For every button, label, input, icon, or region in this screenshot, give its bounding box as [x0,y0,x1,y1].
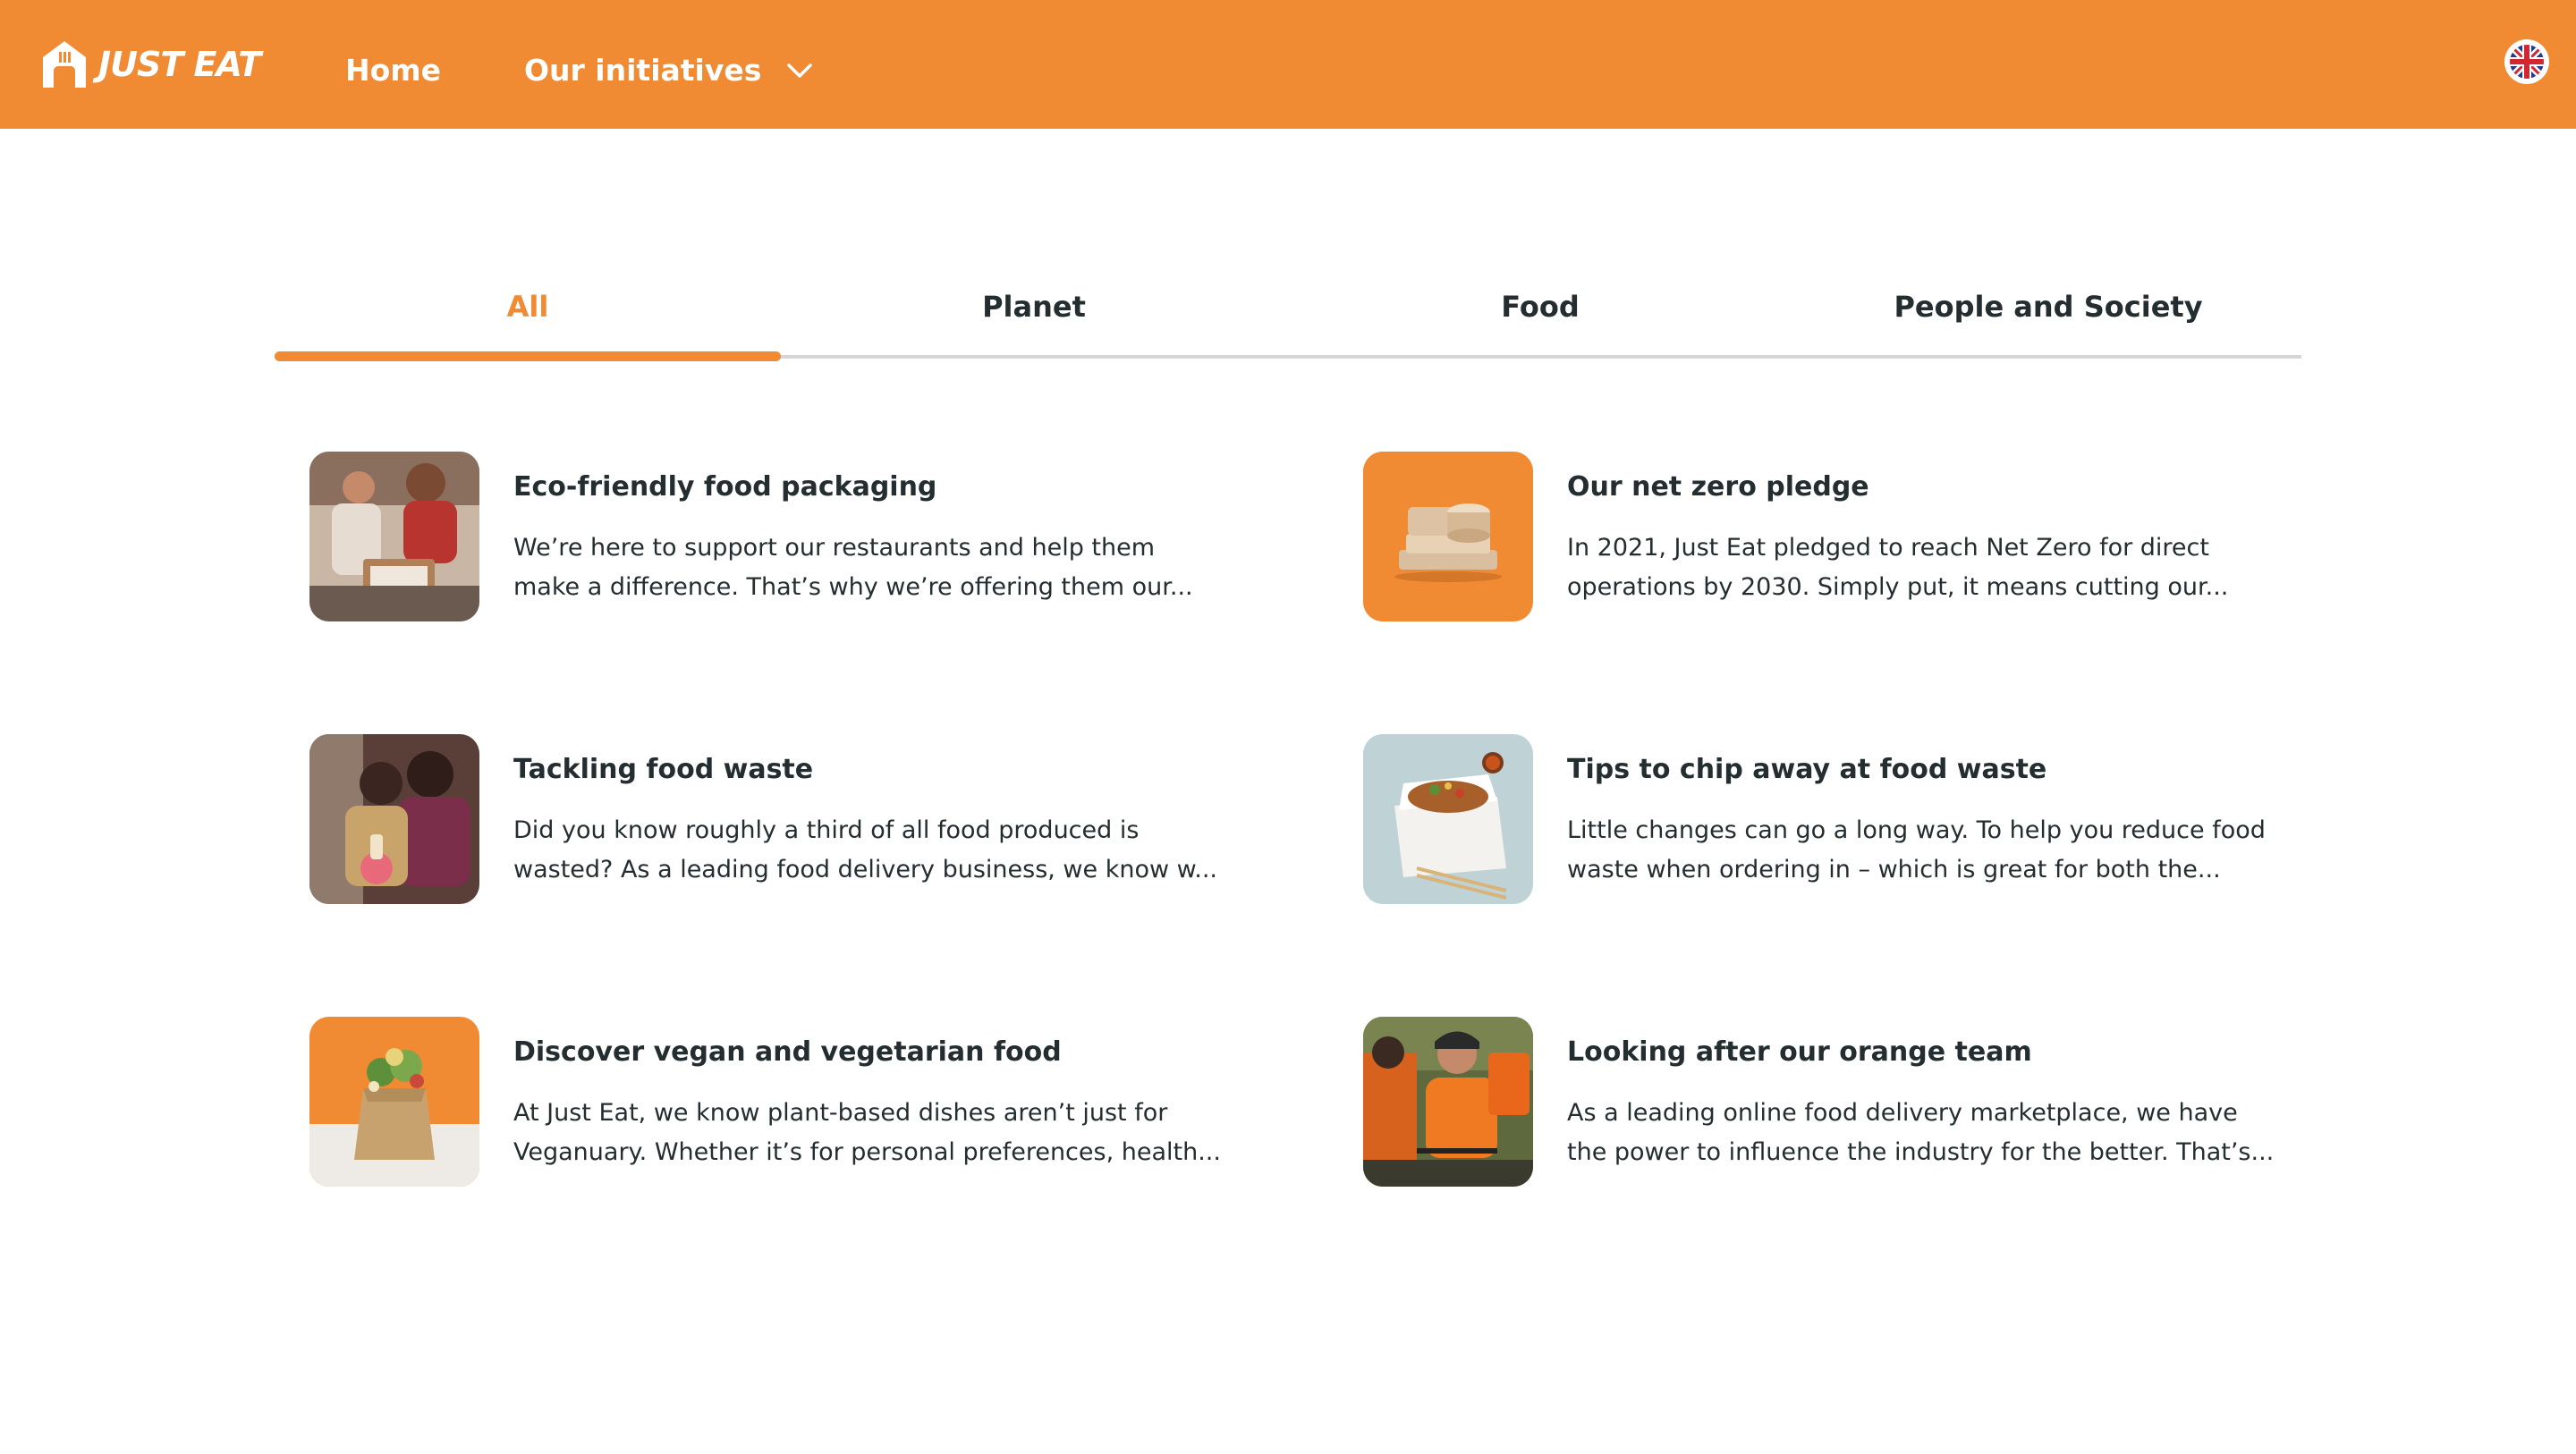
card-description: As a leading online food delivery market… [1567,1094,2301,1172]
card-title: Our net zero pledge [1567,471,1869,503]
card-title: Looking after our orange team [1567,1036,2032,1068]
card-title: Tips to chip away at food waste [1567,754,2047,785]
site-header: JUST EAT Home Our initiatives [0,0,2576,129]
card-description-line: Did you know roughly a third of all food… [513,816,1140,844]
card-description-line: wasted? As a leading food delivery busin… [513,856,1217,883]
initiative-card-net-zero[interactable]: Our net zero pledge In 2021, Just Eat pl… [1363,452,2329,621]
tab-planet[interactable]: Planet [781,290,1287,324]
language-selector[interactable] [2504,39,2549,84]
initiative-card-vegan-food[interactable]: Discover vegan and vegetarian food At Ju… [309,1017,1275,1187]
card-title: Discover vegan and vegetarian food [513,1036,1062,1068]
category-tabs: All Planet Food People and Society [275,268,2301,361]
initiative-card-orange-team[interactable]: Looking after our orange team As a leadi… [1363,1017,2329,1187]
initiative-card-food-waste[interactable]: Tackling food waste Did you know roughly… [309,734,1275,904]
initiative-card-eco-packaging[interactable]: Eco-friendly food packaging We’re here t… [309,452,1275,621]
tab-food[interactable]: Food [1287,290,1793,324]
card-description: Little changes can go a long way. To hel… [1567,811,2301,890]
card-description-line: Little changes can go a long way. To hel… [1567,816,2266,844]
card-description-line: operations by 2030. Simply put, it means… [1567,573,2229,601]
card-image-vegan-food [309,1017,479,1187]
card-description: We’re here to support our restaurants an… [513,528,1247,607]
card-image-food-waste [309,734,479,904]
card-description: At Just Eat, we know plant-based dishes … [513,1094,1247,1172]
card-description-line: Veganuary. Whether it’s for personal pre… [513,1138,1221,1166]
card-image-tips-food-waste [1363,734,1533,904]
initiative-card-tips-food-waste[interactable]: Tips to chip away at food waste Little c… [1363,734,2329,904]
nav-initiatives-label: Our initiatives [524,53,762,88]
card-description-line: the power to influence the industry for … [1567,1138,2275,1166]
nav-home-link[interactable]: Home [345,55,441,85]
card-description-line: waste when ordering in – which is great … [1567,856,2221,883]
card-image-orange-team [1363,1017,1533,1187]
card-description-line: make a difference. That’s why we’re offe… [513,573,1193,601]
card-description-line: In 2021, Just Eat pledged to reach Net Z… [1567,534,2209,562]
card-title: Eco-friendly food packaging [513,471,937,503]
card-image-eco-packaging [309,452,479,621]
card-description-line: We’re here to support our restaurants an… [513,534,1156,562]
card-title: Tackling food waste [513,754,814,785]
card-description-line: As a leading online food delivery market… [1567,1099,2238,1127]
uk-flag-icon [2510,45,2544,79]
nav-initiatives-dropdown[interactable]: Our initiatives [524,55,813,85]
chevron-down-icon [787,63,813,78]
house-logo-icon [43,41,86,88]
active-tab-indicator [275,351,781,361]
tab-people-and-society[interactable]: People and Society [1795,290,2301,324]
tab-all[interactable]: All [275,290,781,324]
card-description-line: At Just Eat, we know plant-based dishes … [513,1099,1168,1127]
card-description: In 2021, Just Eat pledged to reach Net Z… [1567,528,2301,607]
logo-text: JUST EAT [98,45,261,84]
card-image-net-zero [1363,452,1533,621]
just-eat-logo[interactable]: JUST EAT [41,36,261,93]
card-description: Did you know roughly a third of all food… [513,811,1247,890]
